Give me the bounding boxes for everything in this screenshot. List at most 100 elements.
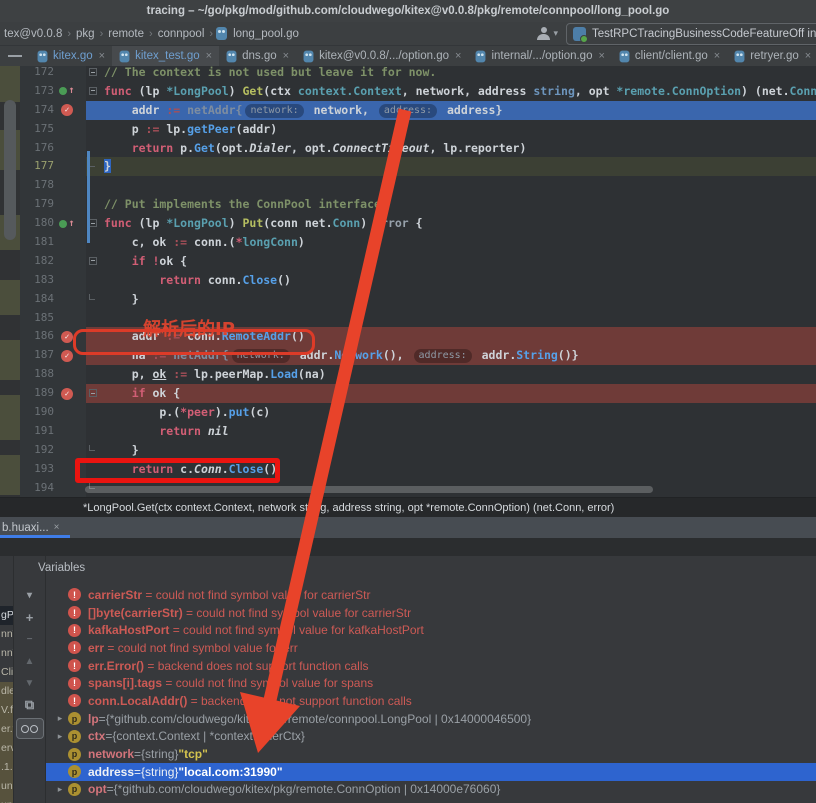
frame-row-clipped[interactable]: V.fu — [0, 701, 13, 720]
implements-arrow-icon[interactable]: ↑ — [59, 86, 74, 96]
line-number[interactable]: 173 — [20, 82, 54, 101]
breadcrumb-item[interactable]: remote — [108, 28, 144, 40]
editor-tab-internal-option-go[interactable]: internal/.../option.go× — [468, 46, 611, 66]
editor-tab-client-client-go[interactable]: client/client.go× — [612, 46, 727, 66]
code-line[interactable]: 180↑func (lp *LongPool) Put(conn net.Con… — [20, 214, 816, 233]
variable-row[interactable]: !err = could not find symbol value for e… — [46, 639, 816, 657]
line-number[interactable]: 189 — [20, 384, 54, 403]
line-number[interactable]: 193 — [20, 460, 54, 479]
frame-row-clipped[interactable]: er.f — [0, 720, 13, 739]
breadcrumb-item[interactable]: tex@v0.0.8 — [4, 28, 62, 40]
stripe-scroll-thumb[interactable] — [4, 100, 16, 240]
expand-chevron-icon[interactable]: ▸ — [52, 731, 68, 742]
close-icon[interactable]: × — [206, 50, 212, 62]
editor-tab-kitex-v0-0-8-option-go[interactable]: kitex@v0.0.8/.../option.go× — [296, 46, 468, 66]
variable-row[interactable]: ![]byte(carrierStr) = could not find sym… — [46, 604, 816, 622]
line-number[interactable]: 190 — [20, 403, 54, 422]
variable-row[interactable]: !err.Error() = backend does not support … — [46, 657, 816, 675]
line-number[interactable]: 191 — [20, 422, 54, 441]
code-line[interactable]: 188 p, ok := lp.peerMap.Load(na) — [20, 365, 816, 384]
code-line[interactable]: 182 if !ok { — [20, 252, 816, 271]
frame-row-clipped[interactable]: nnV — [0, 644, 13, 663]
frame-row-clipped[interactable]: Clie — [0, 663, 13, 682]
editor-tab-retryer-go[interactable]: retryer.go× — [727, 46, 816, 66]
close-icon[interactable]: × — [598, 50, 604, 62]
code-line[interactable]: 187✓ na := netAddr{network: addr.Network… — [20, 346, 816, 365]
code-line[interactable]: 181 c, ok := conn.(*longConn) — [20, 233, 816, 252]
line-number[interactable]: 187 — [20, 346, 54, 365]
close-icon[interactable]: × — [54, 522, 60, 533]
breakpoint-check-icon[interactable]: ✓ — [61, 331, 73, 343]
variable-row[interactable]: !conn.LocalAddr() = backend does not sup… — [46, 692, 816, 710]
variable-row[interactable]: !spans[i].tags = could not find symbol v… — [46, 674, 816, 692]
add-icon[interactable]: + — [14, 606, 45, 628]
editor-tab-kitex-go[interactable]: kitex.go× — [30, 46, 112, 66]
line-number[interactable]: 184 — [20, 290, 54, 309]
frame-row-clipped[interactable]: erv — [0, 739, 13, 758]
line-number[interactable]: 192 — [20, 441, 54, 460]
frame-row-clipped[interactable]: nnV — [0, 625, 13, 644]
breakpoint-icon[interactable]: ✓ — [54, 350, 80, 362]
frame-row-clipped[interactable]: unc — [0, 796, 13, 803]
breakpoint-icon[interactable]: ✓ — [54, 104, 80, 116]
fold-marker-icon[interactable] — [89, 87, 97, 95]
code-line[interactable]: 183 return conn.Close() — [20, 271, 816, 290]
code-line[interactable]: 172// The context is not used but leave … — [20, 66, 816, 82]
watch-glasses-icon[interactable] — [16, 718, 44, 739]
code-line[interactable]: 191 return nil — [20, 422, 816, 441]
line-number[interactable]: 179 — [20, 195, 54, 214]
line-number[interactable]: 185 — [20, 309, 54, 328]
fold-marker-icon[interactable] — [89, 389, 97, 397]
code-line[interactable]: 176 return p.Get(opt.Dialer, opt.Connect… — [20, 139, 816, 158]
line-number[interactable]: 177 — [20, 157, 54, 176]
code-line[interactable]: 175 p := lp.getPeer(addr) — [20, 120, 816, 139]
variable-row[interactable]: ▸pctx = {context.Context | *context.time… — [46, 728, 816, 746]
code-line[interactable]: 178 — [20, 176, 816, 195]
code-line[interactable]: 190 p.(*peer).put(c) — [20, 403, 816, 422]
close-icon[interactable]: × — [283, 50, 289, 62]
variable-row[interactable]: ▸popt = {*github.com/cloudwego/kitex/pkg… — [46, 781, 816, 799]
code-line[interactable]: 193 return c.Conn.Close() — [20, 460, 816, 479]
horizontal-scrollbar[interactable] — [85, 486, 653, 493]
implements-icon[interactable]: ↑ — [54, 219, 80, 229]
code-line[interactable]: 179// Put implements the ConnPool interf… — [20, 195, 816, 214]
variables-tree[interactable]: !carrierStr = could not find symbol valu… — [46, 586, 816, 803]
up-icon[interactable]: ▲ — [14, 650, 45, 672]
implements-icon[interactable]: ↑ — [54, 86, 80, 96]
variable-row[interactable]: ▸plp = {*github.com/cloudwego/kitex/pkg/… — [46, 710, 816, 728]
breakpoint-check-icon[interactable]: ✓ — [61, 104, 73, 116]
line-number[interactable]: 186 — [20, 327, 54, 346]
line-number[interactable]: 183 — [20, 271, 54, 290]
fold-end-icon[interactable] — [89, 294, 95, 300]
fold-marker-icon[interactable] — [89, 257, 97, 265]
variable-row[interactable]: pnetwork = {string} "tcp" — [46, 745, 816, 763]
line-number[interactable]: 172 — [20, 66, 54, 82]
hide-tabs-icon[interactable] — [8, 55, 22, 57]
variable-row[interactable]: !carrierStr = could not find symbol valu… — [46, 586, 816, 604]
user-icon[interactable] — [537, 27, 550, 40]
close-icon[interactable]: × — [99, 50, 105, 62]
line-number[interactable]: 178 — [20, 176, 54, 195]
line-number[interactable]: 176 — [20, 139, 54, 158]
implements-arrow-icon[interactable]: ↑ — [59, 219, 74, 229]
variable-row[interactable]: !kafkaHostPort = could not find symbol v… — [46, 621, 816, 639]
breakpoint-check-icon[interactable]: ✓ — [61, 388, 73, 400]
frame-row-clipped[interactable]: gP. — [0, 606, 13, 625]
chevron-down-icon[interactable]: ▾ — [553, 28, 558, 39]
frame-row-clipped[interactable]: dlel — [0, 682, 13, 701]
code-line[interactable]: 173↑func (lp *LongPool) Get(ctx context.… — [20, 82, 816, 101]
fold-end-icon[interactable] — [89, 161, 95, 167]
line-number[interactable]: 194 — [20, 479, 54, 497]
code-line[interactable]: 177} — [20, 157, 816, 176]
chevron-down-icon[interactable]: ▾ — [14, 584, 45, 606]
line-number[interactable]: 182 — [20, 252, 54, 271]
breadcrumb-item[interactable]: connpool — [158, 28, 205, 40]
code-line[interactable]: 185 — [20, 309, 816, 328]
code-line[interactable]: 184 } — [20, 290, 816, 309]
remove-icon[interactable]: − — [14, 628, 45, 650]
expand-chevron-icon[interactable]: ▸ — [52, 784, 68, 795]
fold-marker-icon[interactable] — [89, 219, 97, 227]
close-icon[interactable]: × — [714, 50, 720, 62]
close-icon[interactable]: × — [455, 50, 461, 62]
line-number[interactable]: 175 — [20, 120, 54, 139]
